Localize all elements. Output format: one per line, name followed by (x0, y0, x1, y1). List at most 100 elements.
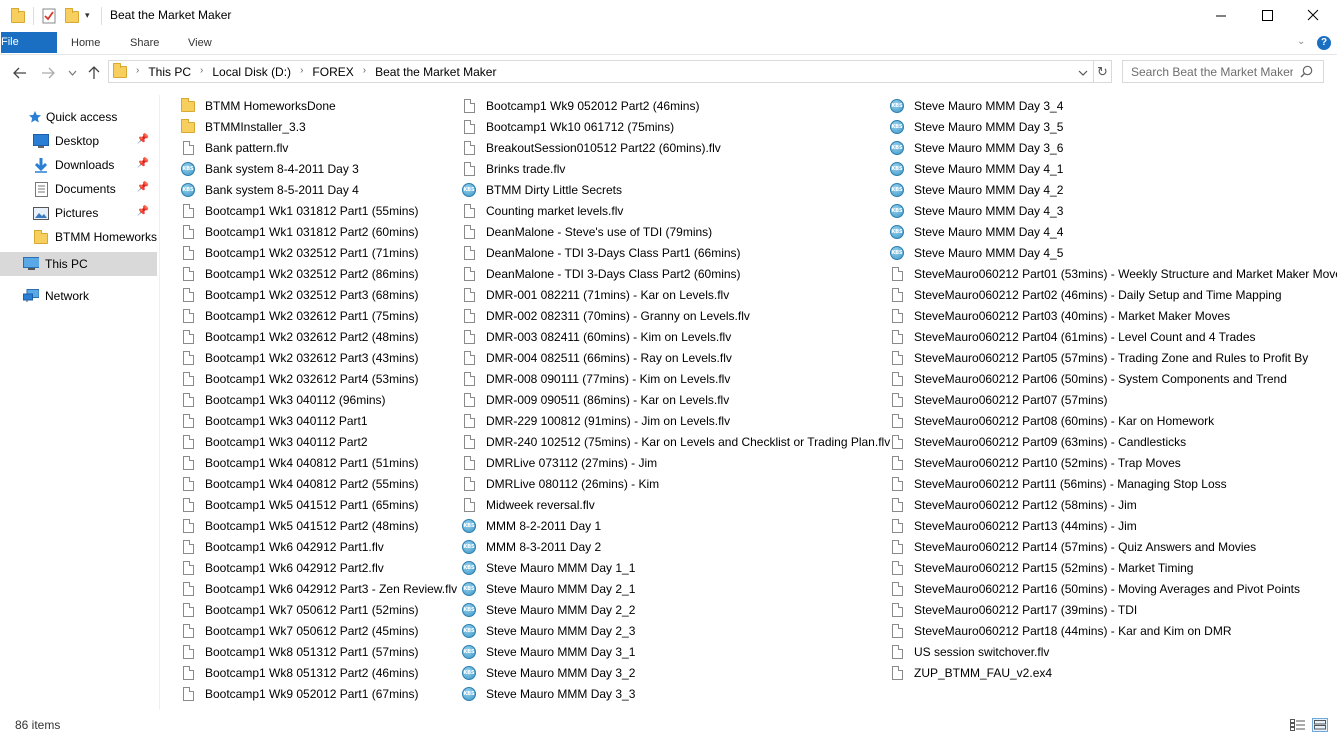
sidebar-item-btmm-homeworks[interactable]: BTMM Homeworks (0, 225, 157, 249)
file-item[interactable]: KBS Steve Mauro MMM Day 4_2 (889, 179, 1063, 200)
file-item[interactable]: Bootcamp1 Wk4 040812 Part1 (51mins) (180, 452, 418, 473)
file-item[interactable]: KBS Steve Mauro MMM Day 4_4 (889, 221, 1063, 242)
file-item[interactable]: DeanMalone - TDI 3-Days Class Part2 (60m… (461, 263, 741, 284)
file-item[interactable]: SteveMauro060212 Part09 (63mins) - Candl… (889, 431, 1186, 452)
sidebar-item-desktop[interactable]: Desktop 📌 (0, 129, 157, 153)
file-item[interactable]: Bootcamp1 Wk2 032612 Part3 (43mins) (180, 347, 418, 368)
file-item[interactable]: DMR-003 082411 (60mins) - Kim on Levels.… (461, 326, 731, 347)
pin-icon[interactable]: 📌 (137, 206, 149, 217)
file-item[interactable]: DMRLive 080112 (26mins) - Kim (461, 473, 659, 494)
file-item[interactable]: BTMM HomeworksDone (180, 95, 336, 116)
breadcrumb-this-pc[interactable]: This PC (148, 65, 191, 79)
sidebar-item-quick-access[interactable]: Quick access (0, 105, 157, 129)
file-item[interactable]: Bootcamp1 Wk3 040112 Part2 (180, 431, 368, 452)
minimize-button[interactable] (1198, 0, 1244, 30)
file-item[interactable]: KBS Steve Mauro MMM Day 3_5 (889, 116, 1063, 137)
tab-share[interactable]: Share (130, 32, 159, 55)
file-item[interactable]: DMRLive 073112 (27mins) - Jim (461, 452, 657, 473)
breadcrumb-current-folder[interactable]: Beat the Market Maker (375, 65, 496, 79)
file-item[interactable]: Bootcamp1 Wk6 042912 Part2.flv (180, 557, 384, 578)
file-item[interactable]: SteveMauro060212 Part01 (53mins) - Weekl… (889, 263, 1337, 284)
file-item[interactable]: DMR-004 082511 (66mins) - Ray on Levels.… (461, 347, 732, 368)
maximize-button[interactable] (1244, 0, 1290, 30)
file-item[interactable]: KBS Steve Mauro MMM Day 3_2 (461, 662, 635, 683)
up-button[interactable] (84, 64, 104, 82)
file-item[interactable]: Brinks trade.flv (461, 158, 565, 179)
file-item[interactable]: SteveMauro060212 Part04 (61mins) - Level… (889, 326, 1256, 347)
file-item[interactable]: SteveMauro060212 Part11 (56mins) - Manag… (889, 473, 1227, 494)
file-item[interactable]: KBS Bank system 8-5-2011 Day 4 (180, 179, 359, 200)
pin-icon[interactable]: 📌 (137, 134, 149, 145)
file-item[interactable]: DMR-002 082311 (70mins) - Granny on Leve… (461, 305, 750, 326)
expand-ribbon-icon[interactable]: ⌄ (1297, 36, 1305, 47)
breadcrumb-forex[interactable]: FOREX (312, 65, 353, 79)
search-box[interactable] (1122, 60, 1324, 83)
tab-view[interactable]: View (188, 32, 212, 55)
file-item[interactable]: KBS BTMM Dirty Little Secrets (461, 179, 622, 200)
sidebar-item-downloads[interactable]: Downloads 📌 (0, 153, 157, 177)
file-item[interactable]: Bootcamp1 Wk7 050612 Part2 (45mins) (180, 620, 418, 641)
file-item[interactable]: Bootcamp1 Wk5 041512 Part2 (48mins) (180, 515, 418, 536)
breadcrumb-separator-icon[interactable]: › (300, 65, 303, 79)
pin-icon[interactable]: 📌 (137, 182, 149, 193)
file-item[interactable]: Bootcamp1 Wk2 032512 Part2 (86mins) (180, 263, 418, 284)
file-item[interactable]: Bootcamp1 Wk9 052012 Part2 (46mins) (461, 95, 699, 116)
tab-home[interactable]: Home (71, 32, 100, 55)
file-item[interactable]: SteveMauro060212 Part15 (52mins) - Marke… (889, 557, 1193, 578)
file-item[interactable]: Bootcamp1 Wk3 040112 (96mins) (180, 389, 386, 410)
file-item[interactable]: SteveMauro060212 Part10 (52mins) - Trap … (889, 452, 1181, 473)
file-item[interactable]: SteveMauro060212 Part03 (40mins) - Marke… (889, 305, 1230, 326)
help-icon[interactable]: ? (1317, 36, 1331, 50)
file-item[interactable]: KBS Steve Mauro MMM Day 2_1 (461, 578, 635, 599)
sidebar-item-documents[interactable]: Documents 📌 (0, 177, 157, 201)
breadcrumb-separator-icon[interactable]: › (200, 65, 203, 79)
breadcrumb-separator-icon[interactable]: › (136, 65, 139, 79)
file-item[interactable]: Midweek reversal.flv (461, 494, 595, 515)
file-item[interactable]: SteveMauro060212 Part16 (50mins) - Movin… (889, 578, 1300, 599)
file-item[interactable]: Bootcamp1 Wk10 061712 (75mins) (461, 116, 674, 137)
file-item[interactable]: KBS Steve Mauro MMM Day 1_1 (461, 557, 635, 578)
file-item[interactable]: Bootcamp1 Wk8 051312 Part1 (57mins) (180, 641, 418, 662)
file-item[interactable]: DMR-001 082211 (71mins) - Kar on Levels.… (461, 284, 729, 305)
file-item[interactable]: Bootcamp1 Wk9 052012 Part1 (67mins) (180, 683, 418, 704)
file-item[interactable]: SteveMauro060212 Part14 (57mins) - Quiz … (889, 536, 1256, 557)
file-item[interactable]: KBS Steve Mauro MMM Day 2_2 (461, 599, 635, 620)
file-item[interactable]: SteveMauro060212 Part13 (44mins) - Jim (889, 515, 1137, 536)
file-item[interactable]: Bootcamp1 Wk2 032512 Part3 (68mins) (180, 284, 418, 305)
file-item[interactable]: BTMMInstaller_3.3 (180, 116, 306, 137)
file-item[interactable]: Bootcamp1 Wk3 040112 Part1 (180, 410, 368, 431)
file-item[interactable]: SteveMauro060212 Part17 (39mins) - TDI (889, 599, 1137, 620)
file-item[interactable]: BreakoutSession010512 Part22 (60mins).fl… (461, 137, 721, 158)
file-item[interactable]: SteveMauro060212 Part02 (46mins) - Daily… (889, 284, 1282, 305)
file-item[interactable]: Bootcamp1 Wk2 032612 Part2 (48mins) (180, 326, 418, 347)
properties-icon[interactable] (41, 7, 59, 25)
file-item[interactable]: SteveMauro060212 Part07 (57mins) (889, 389, 1107, 410)
file-item[interactable]: Bootcamp1 Wk5 041512 Part1 (65mins) (180, 494, 418, 515)
file-item[interactable]: Bootcamp1 Wk2 032512 Part1 (71mins) (180, 242, 418, 263)
file-item[interactable]: KBS Steve Mauro MMM Day 3_3 (461, 683, 635, 704)
file-item[interactable]: KBS Steve Mauro MMM Day 3_4 (889, 95, 1063, 116)
tab-file[interactable]: File (1, 32, 57, 53)
file-item[interactable]: DMR-008 090111 (77mins) - Kim on Levels.… (461, 368, 730, 389)
back-button[interactable] (10, 64, 30, 82)
recent-locations-button[interactable] (62, 64, 82, 82)
search-input[interactable] (1123, 61, 1293, 82)
file-item[interactable]: KBS Steve Mauro MMM Day 4_3 (889, 200, 1063, 221)
file-item[interactable]: Counting market levels.flv (461, 200, 623, 221)
file-item[interactable]: KBS Steve Mauro MMM Day 3_1 (461, 641, 635, 662)
breadcrumb-local-disk[interactable]: Local Disk (D:) (212, 65, 291, 79)
file-item[interactable]: KBS MMM 8-3-2011 Day 2 (461, 536, 601, 557)
file-item[interactable]: US session switchover.flv (889, 641, 1049, 662)
file-item[interactable]: KBS Steve Mauro MMM Day 4_5 (889, 242, 1063, 263)
new-folder-icon[interactable] (64, 7, 82, 25)
file-item[interactable]: DMR-229 100812 (91mins) - Jim on Levels.… (461, 410, 730, 431)
file-item[interactable]: SteveMauro060212 Part06 (50mins) - Syste… (889, 368, 1287, 389)
sidebar-item-network[interactable]: Network (0, 284, 157, 308)
details-view-icon[interactable] (1290, 718, 1306, 732)
file-item[interactable]: Bank pattern.flv (180, 137, 288, 158)
file-item[interactable]: Bootcamp1 Wk7 050612 Part1 (52mins) (180, 599, 418, 620)
file-item[interactable]: SteveMauro060212 Part08 (60mins) - Kar o… (889, 410, 1214, 431)
file-item[interactable]: Bootcamp1 Wk4 040812 Part2 (55mins) (180, 473, 418, 494)
sidebar-item-this-pc[interactable]: This PC (0, 252, 157, 276)
address-dropdown-icon[interactable] (1078, 66, 1088, 80)
